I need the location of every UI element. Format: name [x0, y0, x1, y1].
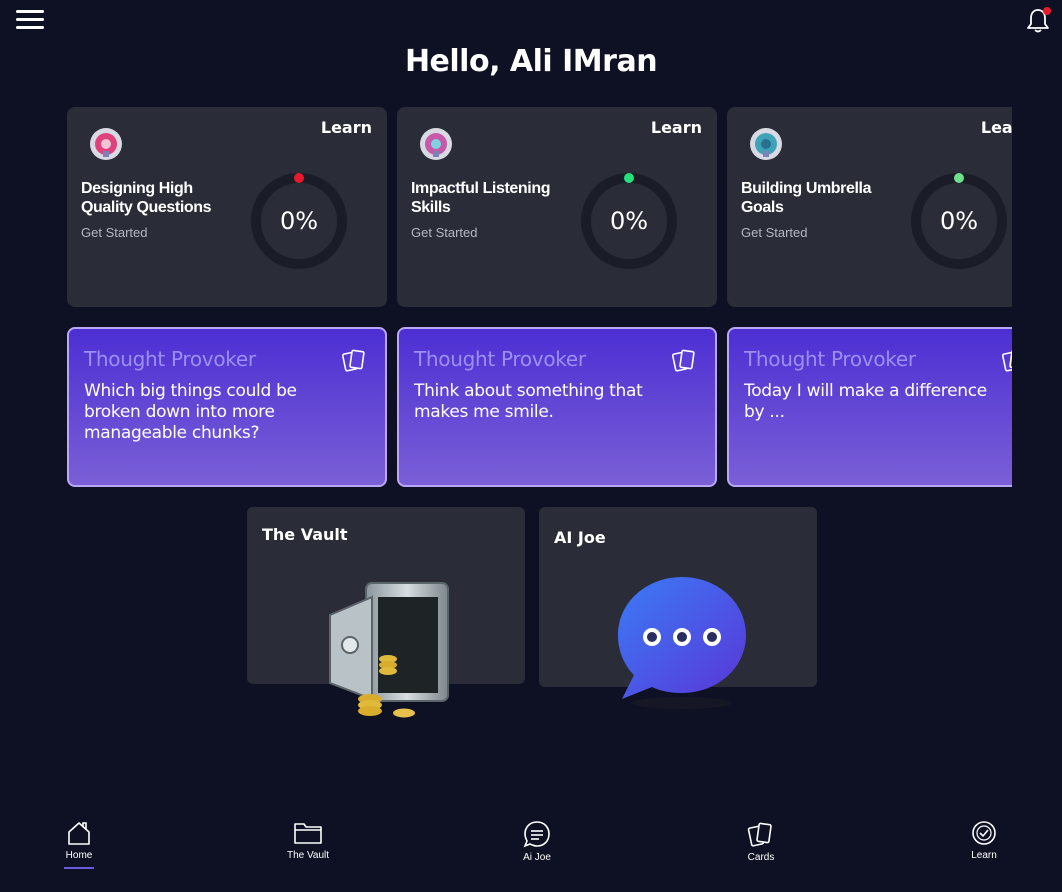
learn-title: Impactful Listening Skills — [411, 180, 551, 216]
folder-icon — [294, 823, 322, 844]
vault-title: The Vault — [262, 525, 348, 544]
progress-percent: 0% — [609, 207, 649, 235]
chat-bubble-icon — [618, 577, 746, 709]
progress-percent: 0% — [939, 207, 979, 235]
learn-card[interactable]: Learn Designing High Quality Questions G… — [67, 107, 387, 307]
nav-cards[interactable]: Cards — [716, 820, 806, 863]
thought-title: Thought Provoker — [84, 347, 256, 371]
thought-title: Thought Provoker — [744, 347, 916, 371]
learn-card[interactable]: Learn Impactful Listening Skills Get Sta… — [397, 107, 717, 307]
nav-ai-joe[interactable]: Ai Joe — [492, 820, 582, 863]
learn-carousel[interactable]: Learn Designing High Quality Questions G… — [67, 107, 1012, 307]
thought-card[interactable]: Thought Provoker Think about something t… — [397, 327, 717, 487]
cards-icon — [341, 349, 365, 372]
gear-badge-icon — [750, 128, 782, 160]
active-indicator — [64, 867, 94, 869]
nav-label: The Vault — [286, 850, 330, 861]
home-icon — [68, 822, 90, 845]
learn-title: Designing High Quality Questions — [81, 180, 212, 216]
thought-carousel[interactable]: Thought Provoker Which big things could … — [67, 327, 1012, 487]
check-circle-icon — [972, 821, 996, 845]
cards-icon — [747, 822, 772, 847]
safe-icon — [329, 582, 449, 718]
thought-card[interactable]: Thought Provoker Today I will make a dif… — [727, 327, 1012, 487]
nav-label: Home — [65, 850, 93, 861]
thought-body: Think about something that makes me smil… — [414, 381, 643, 422]
menu-icon-bar — [16, 26, 44, 29]
learn-subtitle: Get Started — [81, 225, 148, 240]
page-title: Hello, Ali IMran — [404, 44, 658, 79]
gear-badge-icon — [90, 128, 122, 160]
learn-title: Building Umbrella Goals — [741, 180, 872, 216]
nav-the-vault[interactable]: The Vault — [263, 820, 353, 861]
nav-label: Learn — [971, 850, 997, 861]
nav-label: Cards — [747, 852, 775, 863]
learn-subtitle: Get Started — [741, 225, 808, 240]
nav-label: Ai Joe — [523, 852, 551, 863]
thought-title: Thought Provoker — [414, 347, 586, 371]
thought-body: Which big things could be broken down in… — [84, 381, 297, 443]
learn-tag: Learn — [980, 118, 1012, 137]
learn-card[interactable]: Learn Building Umbrella Goals Get Starte… — [727, 107, 1012, 307]
menu-button[interactable] — [16, 10, 44, 32]
learn-tag: Learn — [320, 118, 372, 137]
nav-home[interactable]: Home — [34, 820, 124, 869]
cards-icon — [671, 349, 695, 372]
chat-icon — [523, 821, 550, 848]
thought-body: Today I will make a difference by ... — [744, 381, 987, 422]
menu-icon-bar — [16, 10, 44, 13]
notification-badge — [1043, 7, 1051, 15]
bottom-nav: Home The Vault Ai Joe Cards Learn — [0, 810, 1062, 892]
learn-tag: Learn — [650, 118, 702, 137]
menu-icon-bar — [16, 18, 44, 21]
nav-learn[interactable]: Learn — [939, 820, 1029, 861]
cards-icon — [1001, 349, 1012, 372]
progress-percent: 0% — [279, 207, 319, 235]
ai-joe-title: AI Joe — [554, 528, 606, 547]
notification-button[interactable] — [1024, 6, 1052, 34]
learn-subtitle: Get Started — [411, 225, 478, 240]
thought-card[interactable]: Thought Provoker Which big things could … — [67, 327, 387, 487]
gear-badge-icon — [420, 128, 452, 160]
